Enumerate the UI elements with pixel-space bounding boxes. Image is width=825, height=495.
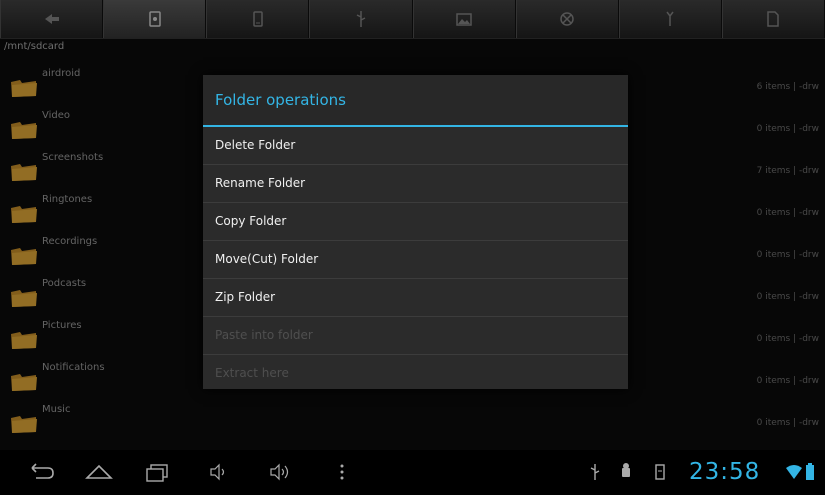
volume-up-icon[interactable]	[268, 462, 294, 482]
recent-apps-icon[interactable]	[143, 462, 173, 482]
battery-icon	[806, 463, 814, 480]
top-toolbar	[0, 0, 825, 39]
file-icon	[767, 11, 780, 27]
back-icon	[44, 14, 59, 24]
status-clock: 23:58	[689, 459, 761, 485]
tools-icon	[666, 11, 674, 26]
paste-into-folder-item: Paste into folder	[203, 317, 628, 355]
image-icon	[456, 13, 472, 26]
sdcard-icon	[148, 11, 161, 27]
toolbar-back-button[interactable]	[0, 0, 104, 38]
sdcard-status-icon	[655, 464, 665, 480]
toolbar-file-button[interactable]	[721, 0, 825, 38]
toolbar-sdcard-button[interactable]	[103, 0, 207, 38]
usb-icon	[356, 11, 366, 27]
back-arrow-icon[interactable]	[26, 462, 56, 482]
wifi-icon	[786, 465, 802, 479]
extract-here-item: Extract here	[215, 366, 289, 380]
home-icon[interactable]	[84, 462, 114, 482]
copy-folder-item[interactable]: Copy Folder	[203, 203, 628, 241]
folder-operations-dialog: Folder operations Delete Folder Rename F…	[203, 75, 628, 389]
rename-folder-item[interactable]: Rename Folder	[203, 165, 628, 203]
delete-folder-item[interactable]: Delete Folder	[203, 127, 628, 165]
toolbar-settings-button[interactable]	[515, 0, 619, 38]
toolbar-tools-button[interactable]	[618, 0, 722, 38]
toolbar-images-button[interactable]	[412, 0, 516, 38]
phone-storage-icon	[253, 11, 263, 27]
system-navigation-bar: 23:58	[0, 450, 825, 495]
usb-status-icon	[590, 464, 600, 480]
android-debug-icon	[622, 463, 630, 477]
toolbar-phone-button[interactable]	[206, 0, 310, 38]
settings-icon	[560, 12, 574, 26]
zip-folder-item[interactable]: Zip Folder	[203, 279, 628, 317]
toolbar-usb-button[interactable]	[309, 0, 413, 38]
volume-down-icon[interactable]	[208, 462, 230, 482]
menu-icon[interactable]	[338, 462, 346, 482]
dialog-title: Folder operations	[203, 75, 628, 127]
move-folder-item[interactable]: Move(Cut) Folder	[203, 241, 628, 279]
